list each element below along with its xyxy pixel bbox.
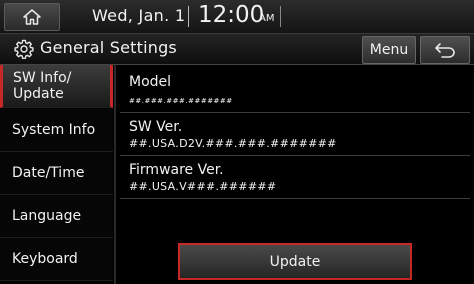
title-bar: General Settings Menu <box>0 34 474 65</box>
status-divider <box>280 6 281 27</box>
sw-info-panel: Model ##.###.###.####### SW Ver. ##.USA.… <box>120 65 474 284</box>
sidebar-item-language[interactable]: Language <box>0 195 113 238</box>
sw-version-label: SW Ver. <box>129 119 183 135</box>
model-row: Model ##.###.###.####### <box>120 65 470 113</box>
date-display: Wed, Jan. 1 <box>92 6 186 25</box>
firmware-version-value: ##.USA.V###.###### <box>129 180 277 193</box>
back-arrow-icon <box>435 43 455 58</box>
page-title: General Settings <box>40 38 177 57</box>
sidebar-item-sw-info-update[interactable]: SW Info/ Update <box>0 65 113 108</box>
model-value: ##.###.###.####### <box>129 97 233 105</box>
sw-version-row: SW Ver. ##.USA.D2V.###.###.####### <box>120 113 470 156</box>
sidebar-divider <box>114 65 116 284</box>
home-icon <box>23 9 41 25</box>
menu-button[interactable]: Menu <box>362 36 416 64</box>
status-bar: Wed, Jan. 1 12:00 AM <box>0 0 474 34</box>
update-button[interactable]: Update <box>178 243 412 280</box>
sidebar-item-date-time[interactable]: Date/Time <box>0 152 113 195</box>
clock-time: 12:00 <box>198 2 265 28</box>
home-button[interactable] <box>4 3 60 31</box>
firmware-version-row: Firmware Ver. ##.USA.V###.###### <box>120 156 470 199</box>
gear-icon <box>14 39 34 59</box>
sidebar-nav: SW Info/ Update System Info Date/Time La… <box>0 65 116 284</box>
back-button[interactable] <box>420 36 470 64</box>
sidebar-item-system-info[interactable]: System Info <box>0 109 113 152</box>
status-divider <box>188 6 189 27</box>
model-label: Model <box>129 74 172 90</box>
sw-version-value: ##.USA.D2V.###.###.####### <box>129 137 337 150</box>
clock-ampm: AM <box>259 13 275 24</box>
firmware-version-label: Firmware Ver. <box>129 162 224 178</box>
sidebar-item-keyboard[interactable]: Keyboard <box>0 238 113 281</box>
